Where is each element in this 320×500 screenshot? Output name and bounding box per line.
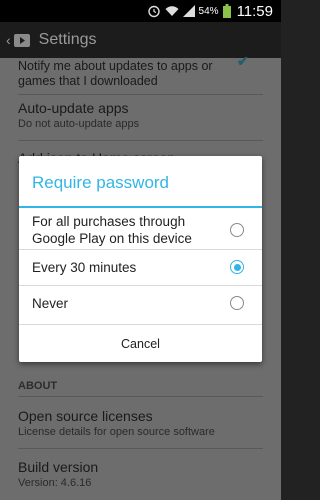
radio-button-selected[interactable] [230, 260, 244, 274]
cancel-button[interactable]: Cancel [19, 324, 262, 362]
auto-update-title: Auto-update apps [18, 100, 129, 116]
divider [18, 140, 263, 141]
radio-button[interactable] [230, 296, 244, 310]
option-label: For all purchases through Google Play on… [32, 214, 192, 246]
divider [18, 448, 263, 449]
option-label: Every 30 minutes [32, 259, 137, 275]
battery-icon [222, 4, 231, 18]
status-bar: 54% 11:59 [0, 0, 281, 22]
notify-updates-pref[interactable]: Notify me about updates to apps or games… [18, 59, 231, 89]
back-chevron-icon[interactable]: ‹ [6, 32, 11, 48]
licenses-pref[interactable]: Open source licenses License details for… [18, 408, 263, 439]
play-store-icon[interactable] [13, 31, 31, 49]
signal-icon [182, 5, 195, 17]
build-version-title: Build version [18, 459, 99, 475]
wifi-icon [165, 5, 179, 17]
radio-button[interactable] [230, 223, 244, 237]
alarm-icon [147, 4, 161, 18]
option-never[interactable]: Never [19, 286, 262, 320]
notify-updates-checkbox[interactable]: ✔ [237, 54, 251, 68]
auto-update-summary: Do not auto-update apps [18, 118, 140, 130]
licenses-summary: License details for open source software [18, 426, 215, 438]
option-every-30-minutes[interactable]: Every 30 minutes [19, 250, 262, 284]
divider [18, 396, 263, 397]
page-title: Settings [38, 31, 97, 48]
option-all-purchases[interactable]: For all purchases through Google Play on… [19, 212, 262, 248]
licenses-title: Open source licenses [18, 408, 153, 424]
notify-updates-summary: Notify me about updates to apps or games… [18, 59, 213, 88]
battery-percent: 54% [198, 5, 219, 17]
option-label: Never [32, 295, 69, 311]
dialog-title-divider [19, 206, 262, 208]
dialog-title: Require password [32, 173, 170, 192]
about-section-header: ABOUT [18, 380, 58, 392]
build-version-pref: Build version Version: 4.6.16 [18, 459, 263, 490]
clock: 11:59 [236, 2, 273, 20]
divider [18, 94, 263, 95]
build-version-value: Version: 4.6.16 [18, 477, 92, 489]
auto-update-pref[interactable]: Auto-update apps Do not auto-update apps [18, 100, 263, 131]
require-password-dialog: Require password For all purchases throu… [19, 156, 262, 362]
